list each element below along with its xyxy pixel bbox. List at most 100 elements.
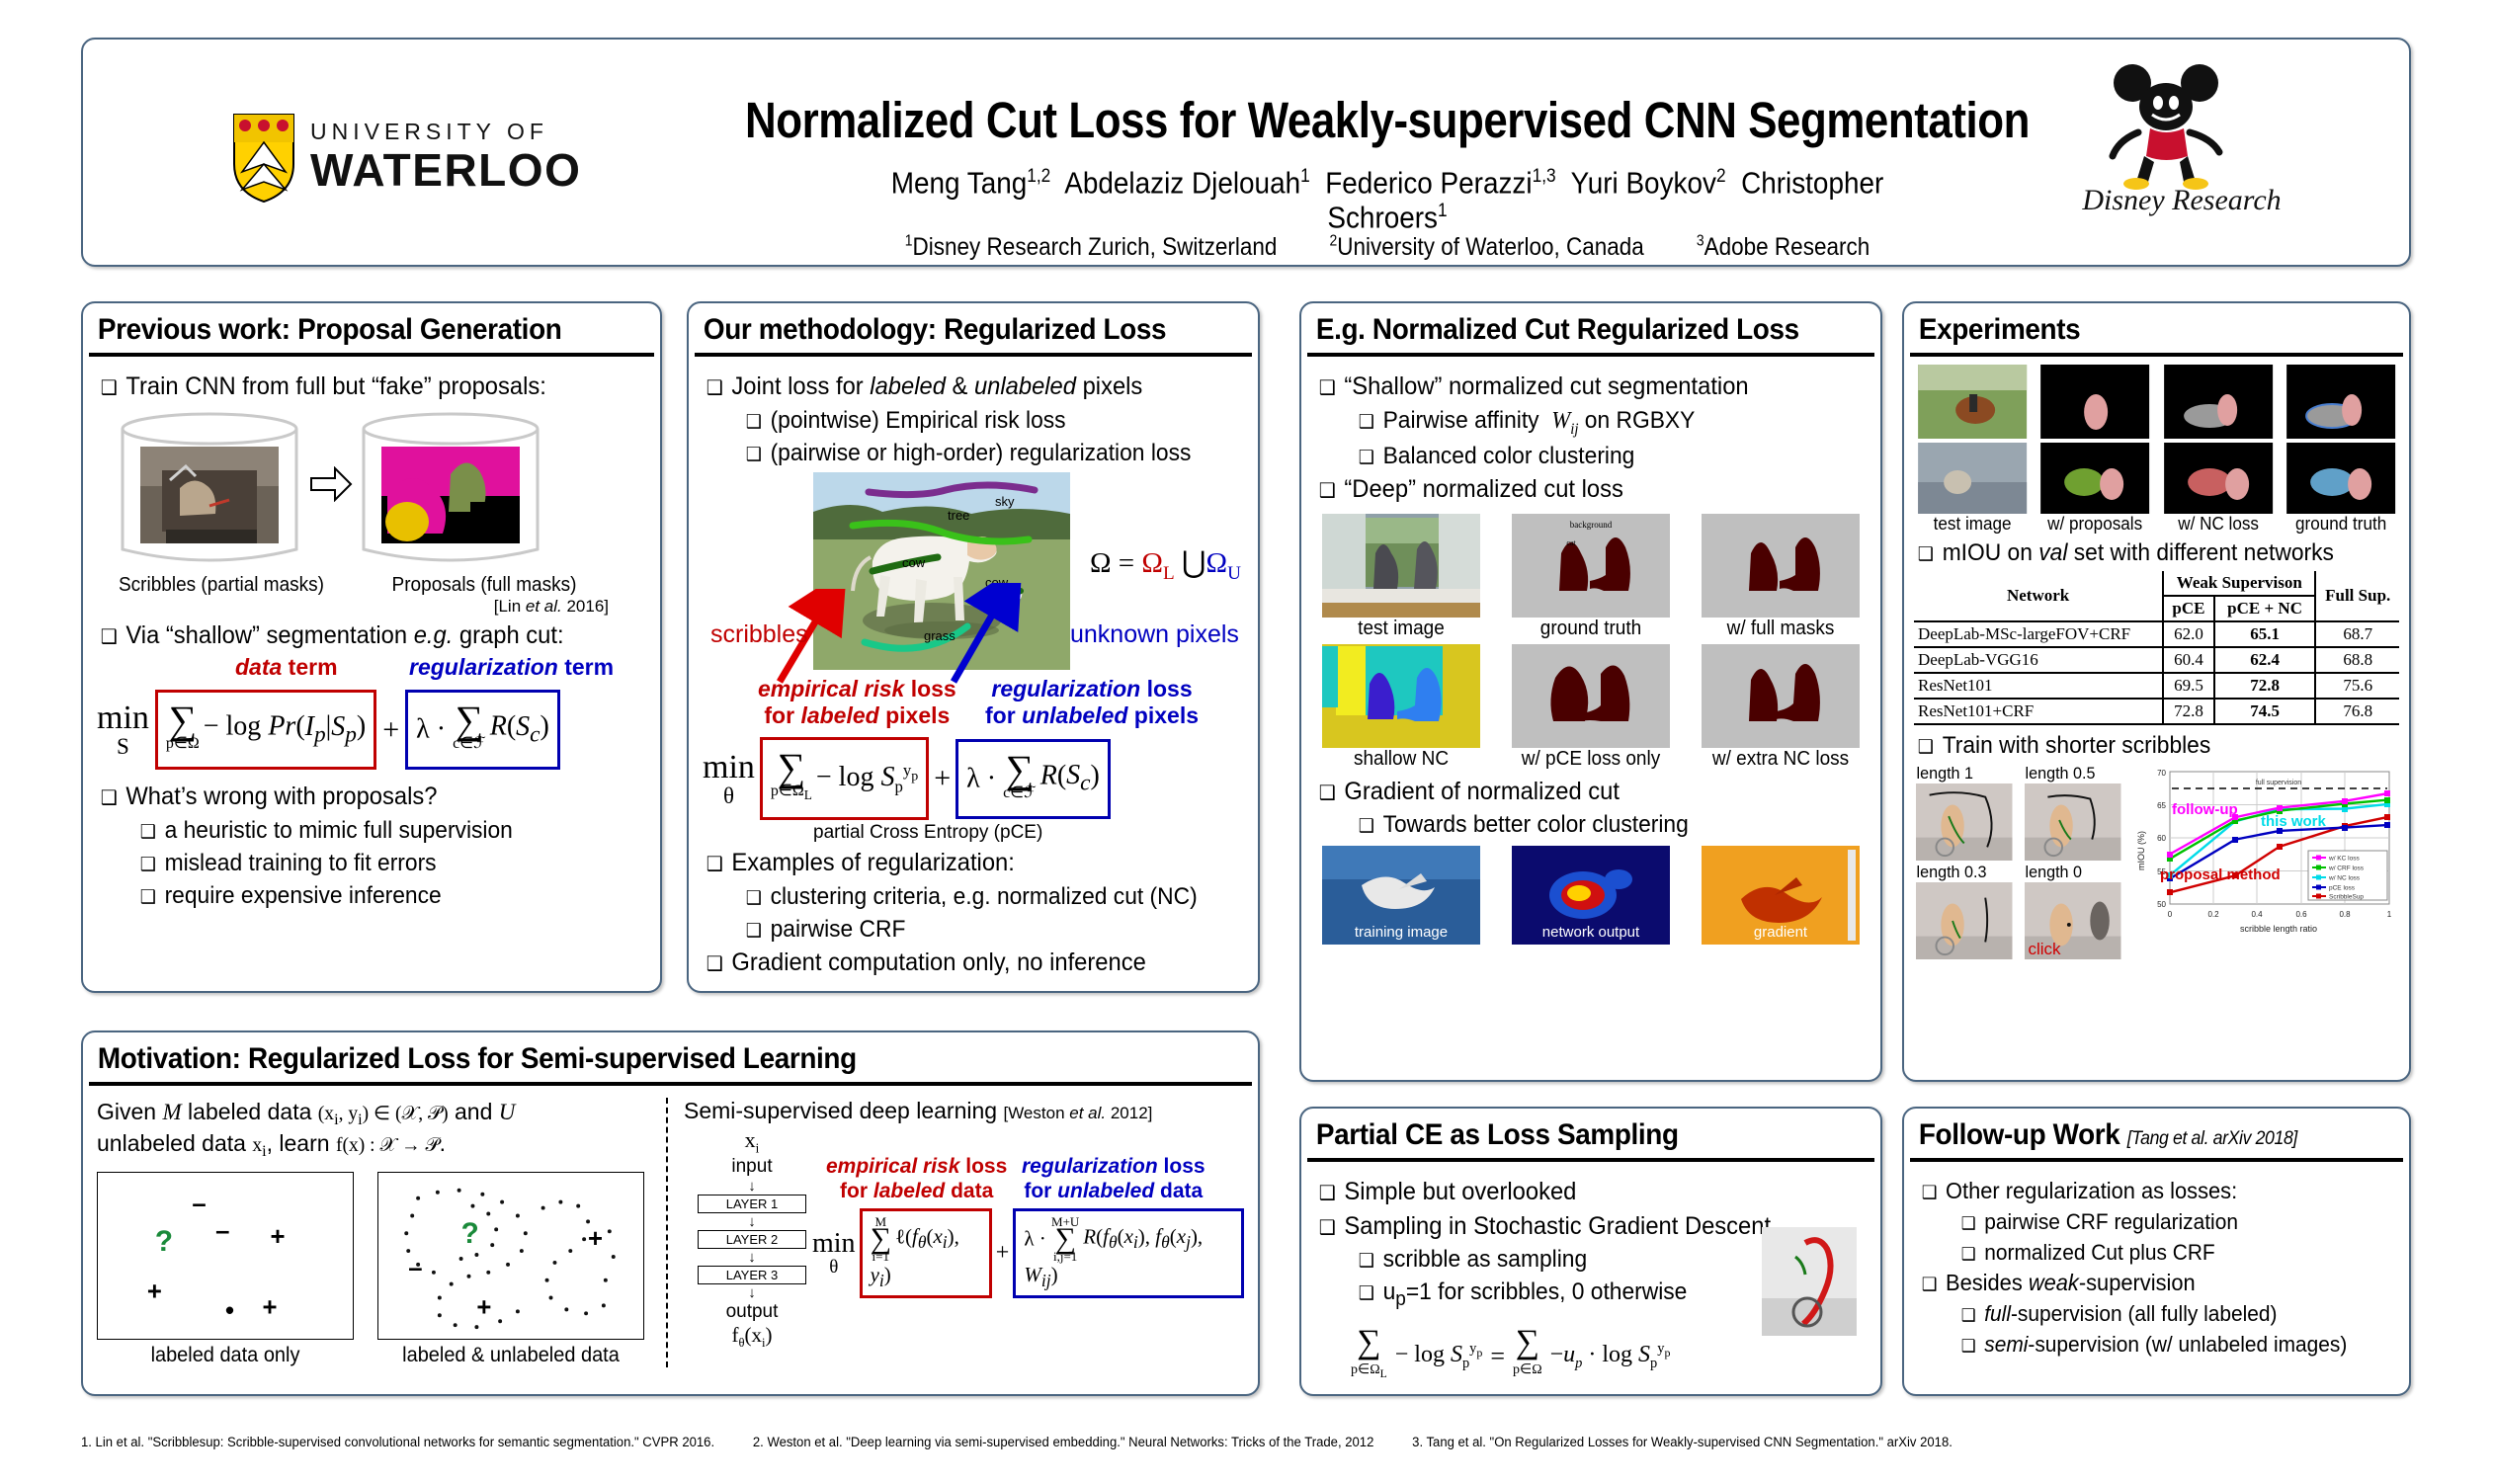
label-length-1: length 1 [1916, 764, 1974, 783]
annotation-proposal-method: proposal method [2160, 866, 2281, 884]
label-regularization-term: regularization term [409, 654, 615, 680]
svg-text:1: 1 [2387, 910, 2392, 919]
caption-full-masks: w/ full masks [1726, 617, 1835, 639]
panel-title-previous-work: Previous work: Proposal Generation [97, 313, 562, 346]
bullet-scribble-sampling: scribble as sampling [1315, 1245, 1839, 1275]
bullet-examples-regularization: Examples of regularization: [703, 848, 1217, 879]
network-stack-diagram: xi input ↓ LAYER 1 ↓ LAYER 2 ↓ LAYER 3 ↓… [698, 1127, 806, 1352]
label-empirical-risk-loss: empirical risk loss [758, 675, 956, 701]
caption-scribbles: Scribbles (partial masks) [118, 573, 324, 596]
bullet-gradient-only: Gradient computation only, no inference [703, 948, 1217, 979]
cell-pce-nc: 74.5 [2213, 699, 2317, 725]
figure-exp-r2-ncloss [2163, 443, 2273, 514]
figure-exp-r1-gt [2285, 365, 2395, 439]
mickey-mouse-icon [2109, 64, 2223, 190]
svg-text:cat: cat [1566, 538, 1576, 547]
network-layer-3: LAYER 3 [698, 1266, 806, 1285]
bullet-simple-overlooked: Simple but overlooked [1315, 1177, 1839, 1208]
bullet-pairwise-crf-reg: pairwise CRF regularization [1918, 1208, 2371, 1236]
svg-text:w/ CRF loss: w/ CRF loss [2328, 866, 2365, 872]
bullet-other-regularization: Other regularization as losses: [1918, 1177, 2371, 1205]
bullet-pairwise-crf: pairwise CRF [703, 915, 1217, 945]
bullet-besides-weak: Besides weak-supervision [1918, 1269, 2371, 1297]
cell-pce-nc: 65.1 [2213, 621, 2317, 648]
panel-title-follow-up: Follow-up Work [Tang et al. arXiv 2018] [1904, 1109, 2373, 1158]
cell-full: 75.6 [2343, 676, 2373, 696]
figure-exp-r1-test [1918, 365, 2028, 439]
svg-text:70: 70 [2157, 769, 2166, 778]
panel-title-experiments: Experiments [1918, 313, 2081, 346]
citation-weston-2012: [Weston et al. 2012] [1003, 1104, 1153, 1122]
svg-text:50: 50 [2157, 900, 2166, 909]
table-row: DeepLab-VGG16 60.4 62.4 68.8 [1914, 647, 2399, 674]
svg-text:0.2: 0.2 [2207, 910, 2219, 919]
panel-experiments: Experiments test image w/ proposals w/ N… [1902, 301, 2411, 1082]
cell-network: DeepLab-VGG16 [1918, 650, 2038, 670]
figure-test-image-cats [1322, 513, 1480, 618]
label-for-unlabeled-data: for unlabeled data [1024, 1179, 1204, 1202]
figure-bike-scribble [1762, 1227, 1857, 1336]
figure-shallow-nc [1322, 643, 1480, 748]
formula-reg-box: λ · ∑ c∈ℱ R(Sc) [956, 738, 1111, 819]
network-input-var: xi [744, 1127, 760, 1156]
bullet-up-one: up=1 for scribbles, 0 otherwise [1315, 1278, 1839, 1312]
bullet-deep-nc: “Deep” normalized cut loss [1315, 474, 1839, 506]
caption-extra-nc: w/ extra NC loss [1711, 747, 1850, 770]
semi-supervised-title: Semi-supervised deep learning [684, 1098, 998, 1123]
bullet-full-supervision: full-supervision (all fully labeled) [1918, 1300, 2371, 1328]
svg-text:0: 0 [2168, 910, 2173, 919]
label-for-labeled-pixels: for labeled pixels [764, 701, 951, 728]
caption-test-image: test image [1358, 617, 1445, 639]
th-full-sup: Full Sup. [2315, 571, 2399, 623]
table-row: ResNet101+CRF 72.8 74.5 76.8 [1914, 699, 2399, 725]
svg-text:mIOU (%): mIOU (%) [2136, 831, 2146, 870]
caption-pce-only: w/ pCE loss only [1521, 747, 1661, 770]
figure-exp-r2-gt [2285, 443, 2395, 514]
label-regularization-loss-2: regularization loss [1022, 1155, 1205, 1178]
svg-text:0.8: 0.8 [2339, 910, 2351, 919]
figure-extra-nc-loss [1702, 643, 1860, 748]
citation-lin-2016: [Lin et al. 2016] [493, 596, 609, 616]
network-output-var: fθ(xi) [731, 1323, 773, 1351]
figure-exp-r2-proposals [2040, 443, 2150, 514]
network-layer-2: LAYER 2 [698, 1230, 806, 1250]
bullet-clustering-criteria: clustering criteria, e.g. normalized cut… [703, 882, 1217, 912]
arrow-right-icon [310, 465, 353, 502]
annotation-this-work: this work [2261, 813, 2326, 831]
figure-ground-truth-cats: background cat [1512, 513, 1670, 618]
bullet-sampling-sgd: Sampling in Stochastic Gradient Descent [1315, 1211, 1839, 1243]
caption-network-output: network output [1541, 924, 1640, 942]
poster-header: UNIVERSITY OF WATERLOO Normalized Cut Lo… [81, 38, 2411, 267]
bullet-shallow-nc: “Shallow” normalized cut segmentation [1315, 371, 1839, 403]
cell-network: ResNet101+CRF [1918, 701, 2035, 721]
svg-text:+: + [476, 1293, 491, 1321]
cell-pce: 69.5 [2162, 673, 2215, 700]
svg-text:cow: cow [902, 555, 926, 570]
unknown-pixels-arrow-icon [950, 582, 1023, 684]
th-pce: pCE [2162, 596, 2215, 623]
semi-supervised-heading: Semi-supervised deep learning [Weston et… [684, 1098, 1244, 1124]
cell-pce-nc: 62.4 [2213, 647, 2317, 674]
svg-text:–: – [215, 1217, 229, 1245]
svg-text:60: 60 [2157, 834, 2166, 843]
table-row: ResNet101 69.5 72.8 75.6 [1914, 673, 2399, 700]
figure-exp-r2-test [1918, 443, 2028, 514]
annotation-follow-up: follow-up [2172, 801, 2238, 819]
motivation-statement: Given M labeled data (xi, yi) ∈ (𝒳, 𝒫) a… [97, 1099, 516, 1161]
bullet-expensive: require expensive inference [97, 881, 619, 911]
svg-text:background: background [1570, 520, 1613, 530]
bullet-pairwise-affinity: Pairwise affinity Wij on RGBXY [1315, 406, 1839, 439]
label-scribbles: scribbles [710, 619, 808, 648]
svg-text:0.4: 0.4 [2251, 910, 2263, 919]
label-length-05: length 0.5 [2025, 764, 2095, 783]
bullet-shorter-scribbles: Train with shorter scribbles [1914, 731, 2374, 761]
svg-text:?: ? [155, 1225, 173, 1258]
figure-network-output: network output [1505, 846, 1677, 946]
follow-up-title-text: Follow-up Work [1918, 1118, 2120, 1151]
formula-omega-union: Ω = ΩL ⋃ΩU [1090, 545, 1241, 584]
svg-text:ScribbleSup: ScribbleSup [2329, 894, 2364, 901]
cell-full: 68.7 [2343, 624, 2373, 644]
bullet-gradient-nc: Gradient of normalized cut [1315, 777, 1839, 808]
bullet-shallow-segmentation: Via “shallow” segmentation e.g. graph cu… [97, 620, 619, 652]
bullet-mislead: mislead training to fit errors [97, 849, 619, 878]
